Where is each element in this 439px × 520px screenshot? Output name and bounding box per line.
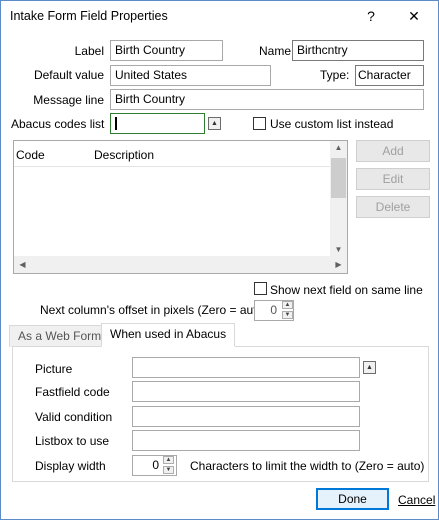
listbox-to-use-label: Listbox to use bbox=[35, 434, 110, 448]
window-title: Intake Form Field Properties bbox=[10, 9, 168, 23]
picture-input[interactable] bbox=[132, 357, 360, 378]
message-line-input[interactable]: Birth Country bbox=[110, 89, 424, 110]
help-icon[interactable]: ? bbox=[351, 1, 391, 32]
tab-web-form[interactable]: As a Web Form bbox=[9, 325, 111, 347]
message-line-label: Message line bbox=[33, 93, 104, 107]
offset-spin-up-icon[interactable]: ▲ bbox=[282, 301, 293, 309]
tab-abacus[interactable]: When used in Abacus bbox=[101, 323, 236, 347]
horizontal-scrollbar[interactable]: ◀ ▶ bbox=[14, 256, 347, 273]
default-value-input[interactable]: United States bbox=[110, 65, 271, 86]
abacus-codes-list-input[interactable] bbox=[110, 113, 205, 134]
cancel-button[interactable]: Cancel bbox=[398, 493, 435, 507]
show-next-field-label: Show next field on same line bbox=[270, 283, 423, 297]
scroll-down-icon[interactable]: ▼ bbox=[330, 245, 347, 254]
picture-label: Picture bbox=[35, 362, 73, 376]
vertical-scroll-thumb[interactable] bbox=[331, 158, 346, 198]
use-custom-list-label: Use custom list instead bbox=[270, 117, 394, 131]
show-next-field-checkbox[interactable] bbox=[254, 282, 267, 295]
text-cursor bbox=[115, 117, 117, 131]
name-field-label: Name bbox=[259, 44, 292, 58]
column-header-code[interactable]: Code bbox=[16, 148, 45, 162]
offset-spin-down-icon[interactable]: ▼ bbox=[282, 311, 293, 319]
abacus-codes-list-label: Abacus codes list bbox=[11, 117, 105, 131]
display-width-hint: Characters to limit the width to (Zero =… bbox=[190, 459, 425, 473]
close-icon[interactable]: ✕ bbox=[394, 1, 434, 32]
scroll-up-icon[interactable]: ▲ bbox=[330, 143, 347, 152]
title-bar: Intake Form Field Properties ? ✕ bbox=[1, 1, 438, 32]
delete-button[interactable]: Delete bbox=[356, 196, 430, 218]
edit-button[interactable]: Edit bbox=[356, 168, 430, 190]
valid-condition-label: Valid condition bbox=[35, 410, 113, 424]
codes-list-lookup-button[interactable]: ▲ bbox=[208, 117, 221, 130]
fastfield-code-label: Fastfield code bbox=[35, 385, 110, 399]
label-input[interactable]: Birth Country bbox=[110, 40, 223, 61]
valid-condition-input[interactable] bbox=[132, 406, 360, 427]
listbox-to-use-input[interactable] bbox=[132, 430, 360, 451]
scroll-right-icon[interactable]: ▶ bbox=[330, 260, 347, 269]
label-field-label: Label bbox=[74, 44, 104, 58]
field-properties-dialog: Intake Form Field Properties ? ✕ Label B… bbox=[0, 0, 439, 520]
use-custom-list-checkbox[interactable] bbox=[253, 117, 266, 130]
display-width-spin-down-icon[interactable]: ▼ bbox=[163, 466, 174, 474]
abacus-tab-panel: Picture ▲ Fastfield code Valid condition… bbox=[12, 346, 429, 482]
column-header-description[interactable]: Description bbox=[94, 148, 154, 162]
fastfield-code-input[interactable] bbox=[132, 381, 360, 402]
codes-list[interactable]: Code Description ▲ ▼ ◀ ▶ bbox=[13, 140, 348, 274]
codes-list-header: Code Description bbox=[14, 141, 334, 167]
next-column-offset-label: Next column's offset in pixels (Zero = a… bbox=[40, 303, 268, 317]
type-label: Type: bbox=[320, 68, 350, 82]
picture-lookup-button[interactable]: ▲ bbox=[363, 361, 376, 374]
done-button[interactable]: Done bbox=[316, 488, 389, 510]
vertical-scrollbar[interactable]: ▲ ▼ bbox=[330, 141, 347, 256]
type-value: Character bbox=[355, 65, 424, 86]
scroll-left-icon[interactable]: ◀ bbox=[14, 260, 31, 269]
add-button[interactable]: Add bbox=[356, 140, 430, 162]
display-width-label: Display width bbox=[35, 459, 106, 473]
default-value-label: Default value bbox=[33, 68, 104, 82]
display-width-spin-up-icon[interactable]: ▲ bbox=[163, 456, 174, 464]
name-input[interactable]: Birthcntry bbox=[292, 40, 424, 61]
